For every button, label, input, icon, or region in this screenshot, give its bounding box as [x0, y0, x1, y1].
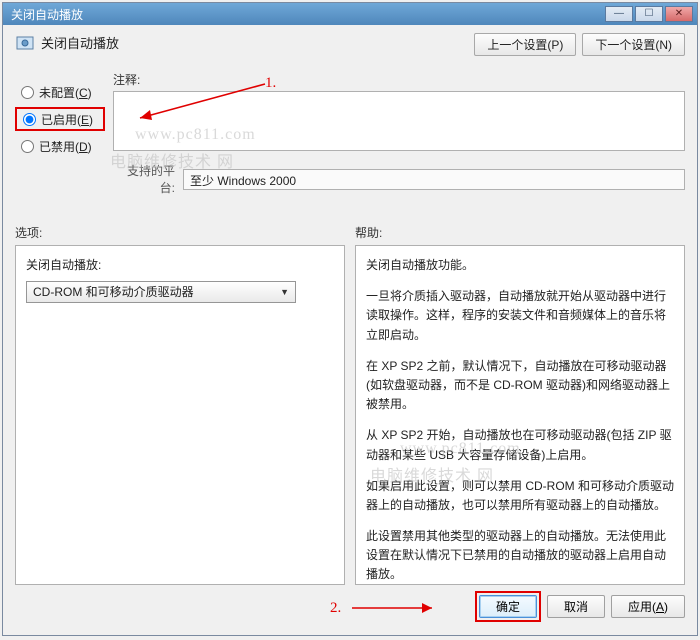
help-section-label: 帮助: [355, 224, 685, 241]
autoplay-combobox-value: CD-ROM 和可移动介质驱动器 [33, 283, 280, 302]
radio-disabled[interactable]: 已禁用(D) [15, 134, 105, 158]
help-paragraph: 此设置禁用其他类型的驱动器上的自动播放。无法使用此设置在默认情况下已禁用的自动播… [366, 527, 674, 585]
prev-setting-button[interactable]: 上一个设置(P) [474, 33, 576, 56]
options-section-label: 选项: [15, 224, 345, 241]
apply-button[interactable]: 应用(A) [611, 595, 685, 618]
platform-label: 支持的平台: [113, 162, 183, 196]
help-paragraph: 关闭自动播放功能。 [366, 256, 674, 275]
platform-row: 支持的平台: 至少 Windows 2000 [113, 162, 685, 196]
help-pane[interactable]: 关闭自动播放功能。一旦将介质插入驱动器，自动播放就开始从驱动器中进行读取操作。这… [355, 245, 685, 585]
radio-not-configured-label: 未配置(C) [39, 84, 92, 101]
maximize-button[interactable]: ☐ [635, 6, 663, 22]
section-labels: 选项: 帮助: [15, 224, 685, 241]
close-button[interactable]: ✕ [665, 6, 693, 22]
policy-icon [15, 33, 35, 53]
ok-button[interactable]: 确定 [479, 595, 537, 618]
header-row: 关闭自动播放 上一个设置(P) 下一个设置(N) [15, 33, 685, 67]
radio-disabled-label: 已禁用(D) [39, 138, 92, 155]
comment-label: 注释: [113, 71, 685, 88]
options-pane: 关闭自动播放: CD-ROM 和可移动介质驱动器 ▼ [15, 245, 345, 585]
help-paragraph: 如果启用此设置，则可以禁用 CD-ROM 和可移动介质驱动器上的自动播放，也可以… [366, 477, 674, 515]
options-field-label: 关闭自动播放: [26, 256, 334, 275]
platform-value: 至少 Windows 2000 [183, 169, 685, 190]
radio-disabled-input[interactable] [21, 140, 34, 153]
comment-column: 注释: 支持的平台: 至少 Windows 2000 [113, 71, 685, 196]
page-title: 关闭自动播放 [41, 33, 468, 52]
content-area: 关闭自动播放 上一个设置(P) 下一个设置(N) 未配置(C) 已启用(E) 已… [3, 25, 697, 635]
radio-not-configured[interactable]: 未配置(C) [15, 80, 105, 104]
radio-enabled[interactable]: 已启用(E) [15, 107, 105, 131]
panes: 关闭自动播放: CD-ROM 和可移动介质驱动器 ▼ 关闭自动播放功能。一旦将介… [15, 245, 685, 585]
radio-enabled-label: 已启用(E) [41, 111, 93, 128]
autoplay-combobox[interactable]: CD-ROM 和可移动介质驱动器 ▼ [26, 281, 296, 303]
button-row: 确定 取消 应用(A) [15, 585, 685, 627]
help-paragraph: 一旦将介质插入驱动器，自动播放就开始从驱动器中进行读取操作。这样，程序的安装文件… [366, 287, 674, 345]
help-paragraph: 从 XP SP2 开始，自动播放也在可移动驱动器(包括 ZIP 驱动器和某些 U… [366, 426, 674, 464]
radio-enabled-input[interactable] [23, 113, 36, 126]
cancel-button[interactable]: 取消 [547, 595, 605, 618]
chevron-down-icon: ▼ [280, 285, 289, 299]
next-setting-button[interactable]: 下一个设置(N) [582, 33, 685, 56]
help-paragraph: 在 XP SP2 之前，默认情况下，自动播放在可移动驱动器(如软盘驱动器，而不是… [366, 357, 674, 415]
comment-textarea[interactable] [113, 91, 685, 151]
minimize-button[interactable]: — [605, 6, 633, 22]
dialog-window: 关闭自动播放 — ☐ ✕ 关闭自动播放 上一个设置(P) 下一个设置(N) 未配… [2, 2, 698, 636]
window-title: 关闭自动播放 [7, 6, 603, 23]
radio-not-configured-input[interactable] [21, 86, 34, 99]
titlebar[interactable]: 关闭自动播放 — ☐ ✕ [3, 3, 697, 25]
radio-column: 未配置(C) 已启用(E) 已禁用(D) [15, 71, 105, 161]
config-row: 未配置(C) 已启用(E) 已禁用(D) 注释: 支持的平台: 至少 Windo… [15, 71, 685, 196]
